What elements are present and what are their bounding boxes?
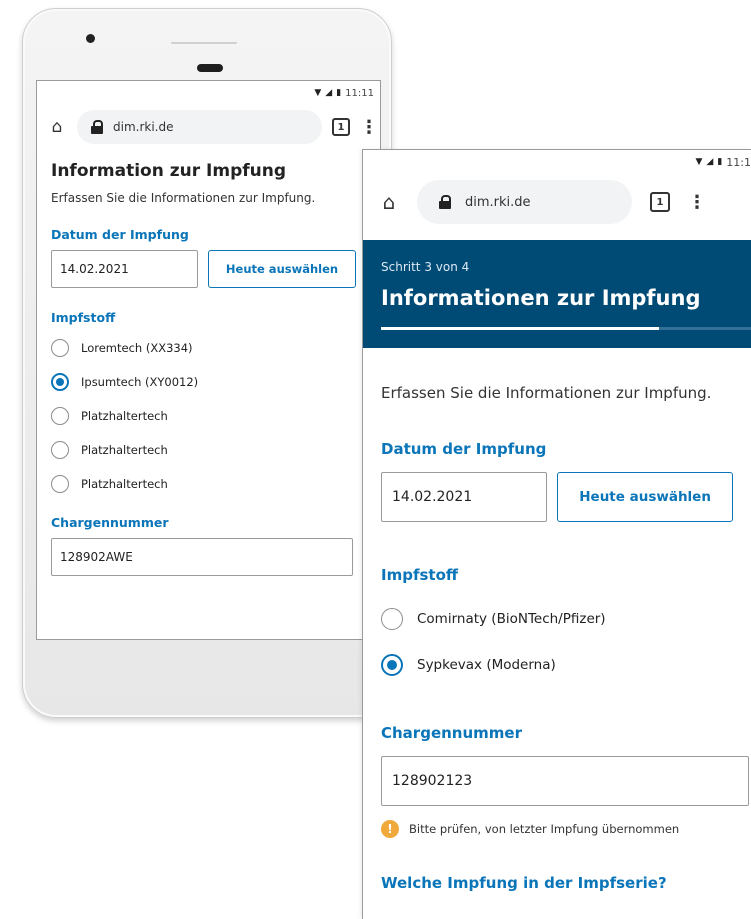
page-title: Informationen zur Impfung [381,286,701,310]
date-row: 14.02.2021 Heute auswählen [51,250,366,288]
phone-mockup: ▼ ◢ ▮ 11:11 ⌂ dim.rki.de 1 ⋮ Information… [22,8,392,718]
date-label: Datum der Impfung [381,440,547,458]
page-subtitle: Erfassen Sie die Informationen zur Impfu… [51,191,316,205]
radio-button-selected[interactable] [51,373,69,391]
menu-icon[interactable]: ⋮ [688,192,706,213]
url-bar[interactable]: dim.rki.de [77,110,322,144]
batch-label: Chargennummer [51,515,169,530]
status-time: 11:1 [726,155,751,169]
front-form: Erfassen Sie die Informationen zur Impfu… [363,384,751,892]
vaccine-radio-group: Comirnaty (BioNTech/Pfizer) Sypkevax (Mo… [381,596,733,688]
back-form: Information zur Impfung Erfassen Sie die… [37,161,380,576]
signal-icon: ◢ [706,157,714,167]
vaccine-option-label: Loremtech (XX334) [81,341,193,355]
date-input[interactable]: 14.02.2021 [51,250,198,288]
lock-icon [439,195,451,209]
batch-input[interactable]: 128902123 [381,756,749,806]
vaccine-option-label: Platzhaltertech [81,443,168,457]
lock-icon [91,120,103,134]
step-progress-fill [381,327,659,330]
back-phone-screen: ▼ ◢ ▮ 11:11 ⌂ dim.rki.de 1 ⋮ Information… [36,80,381,640]
wifi-icon: ▼ [695,157,703,167]
status-time: 11:11 [345,87,374,99]
vaccine-radio-group: Loremtech (XX334) Ipsumtech (XY0012) Pla… [51,331,366,501]
series-label: Welche Impfung in der Impfserie? [381,874,667,892]
vaccine-option[interactable]: Loremtech (XX334) [51,331,366,365]
radio-button-selected[interactable] [381,654,403,676]
batch-label: Chargennummer [381,724,522,742]
url-text: dim.rki.de [465,194,531,210]
vaccine-option[interactable]: Platzhaltertech [51,467,366,501]
home-icon[interactable]: ⌂ [47,117,67,137]
vaccine-option[interactable]: Comirnaty (BioNTech/Pfizer) [381,596,733,642]
speaker-line [171,42,237,44]
menu-icon[interactable]: ⋮ [360,117,378,138]
today-button[interactable]: Heute auswählen [557,472,733,522]
browser-bar: ⌂ dim.rki.de 1 ⋮ [363,174,751,230]
batch-hint-text: Bitte prüfen, von letzter Impfung überno… [409,822,680,836]
page-subtitle: Erfassen Sie die Informationen zur Impfu… [381,384,712,402]
tabs-icon[interactable]: 1 [332,118,350,136]
radio-button[interactable] [51,475,69,493]
date-label: Datum der Impfung [51,227,189,242]
page-title: Information zur Impfung [51,161,287,181]
step-progress-bar [381,327,751,330]
radio-button[interactable] [51,441,69,459]
earpiece [197,64,223,72]
date-row: 14.02.2021 Heute auswählen [381,472,733,522]
url-text: dim.rki.de [113,120,174,134]
home-icon[interactable]: ⌂ [379,190,399,214]
vaccine-option-label: Ipsumtech (XY0012) [81,375,199,389]
wifi-icon: ▼ [314,88,322,98]
front-phone-screen: ▼ ◢ ▮ 11:1 ⌂ dim.rki.de 1 ⋮ Schritt 3 vo… [362,149,751,919]
vaccine-option-label: Platzhaltertech [81,409,168,423]
date-input[interactable]: 14.02.2021 [381,472,548,522]
battery-icon: ▮ [717,157,723,167]
signal-icon: ◢ [325,88,333,98]
step-indicator: Schritt 3 von 4 [381,260,470,274]
tabs-icon[interactable]: 1 [650,192,670,212]
batch-input[interactable]: 128902AWE [51,538,353,576]
vaccine-option[interactable]: Platzhaltertech [51,433,366,467]
vaccine-label: Impfstoff [51,310,116,325]
vaccine-option-label: Platzhaltertech [81,477,168,491]
vaccine-label: Impfstoff [381,566,459,584]
step-header: Schritt 3 von 4 Informationen zur Impfun… [363,240,751,348]
status-bar: ▼ ◢ ▮ 11:11 [37,81,380,105]
vaccine-option[interactable]: Ipsumtech (XY0012) [51,365,366,399]
status-bar: ▼ ◢ ▮ 11:1 [363,150,751,174]
batch-hint: ! Bitte prüfen, von letzter Impfung über… [381,820,733,838]
today-button[interactable]: Heute auswählen [208,250,356,288]
radio-button[interactable] [381,608,403,630]
radio-button[interactable] [51,339,69,357]
vaccine-option-label: Sypkevax (Moderna) [417,657,556,673]
vaccine-option[interactable]: Platzhaltertech [51,399,366,433]
warning-icon: ! [381,820,399,838]
radio-button[interactable] [51,407,69,425]
camera-icon [86,34,95,43]
battery-icon: ▮ [336,88,342,98]
vaccine-option-label: Comirnaty (BioNTech/Pfizer) [417,611,606,627]
vaccine-option[interactable]: Sypkevax (Moderna) [381,642,733,688]
url-bar[interactable]: dim.rki.de [417,180,632,224]
browser-bar: ⌂ dim.rki.de 1 ⋮ [37,105,380,149]
